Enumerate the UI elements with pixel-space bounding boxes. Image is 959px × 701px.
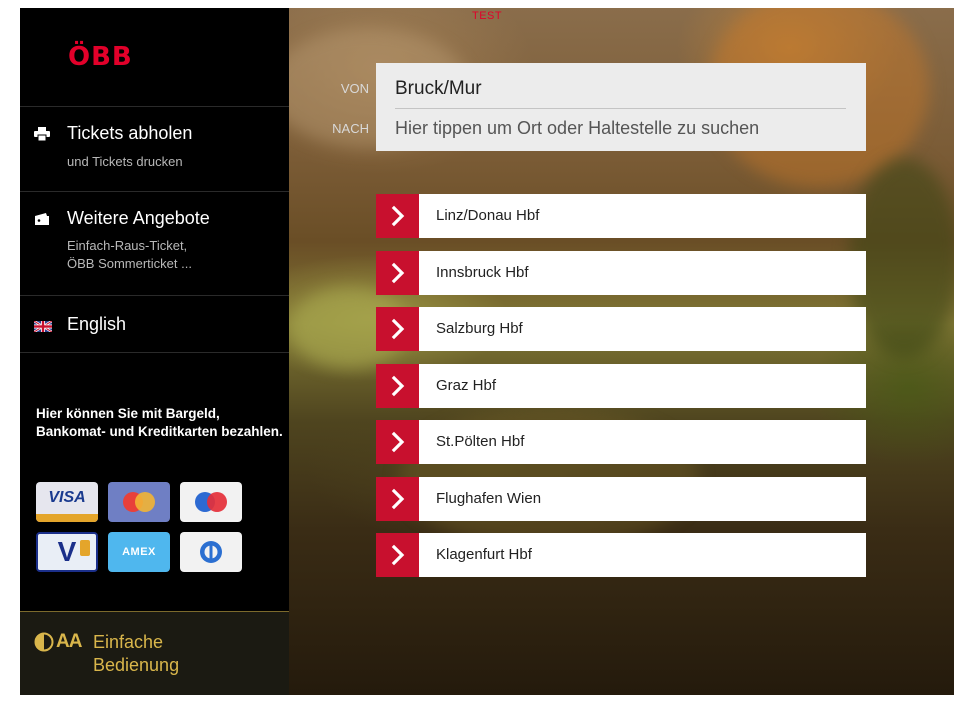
destination-label: Klagenfurt Hbf [436, 546, 532, 563]
test-mode-label: TEST [472, 10, 503, 22]
route-input-box: Bruck/Mur [376, 63, 866, 151]
destination-label: Flughafen Wien [436, 489, 542, 507]
menu-item-weitere-angebote[interactable]: Weitere Angebote Einfach-Raus-Ticket, ÖB… [20, 192, 289, 295]
destination-button[interactable]: Linz/Donau Hbf [376, 194, 866, 238]
menu-item-subtitle: ÖBB Sommerticket ... [67, 256, 192, 271]
mastercard-icon [108, 482, 170, 522]
easy-mode-label: Einfache Bedienung [93, 632, 180, 675]
payment-info-text: Hier können Sie mit Bargeld, Bankomat- u… [36, 406, 283, 439]
to-label: NACH [332, 121, 369, 136]
menu-item-subtitle: und Tickets drucken [67, 154, 183, 169]
main-area: TEST VON NACH Bruck/Mur Linz/Donau Hbf In… [289, 8, 954, 695]
chevron-right-icon [376, 250, 419, 295]
destination-label: Linz/Donau Hbf [436, 207, 540, 224]
divider [20, 352, 289, 353]
chevron-right-icon [376, 533, 419, 577]
destination-button[interactable]: Innsbruck Hbf [376, 250, 866, 295]
easy-mode-button[interactable]: AA Einfache Bedienung [20, 611, 289, 695]
destination-button[interactable]: Flughafen Wien [376, 476, 866, 521]
menu-item-english[interactable]: English [20, 296, 289, 352]
menu-item-tickets-abholen[interactable]: Tickets abholen und Tickets drucken [20, 107, 289, 191]
menu-item-title: Tickets abholen [67, 123, 193, 143]
sidebar: ÖBB Tickets abholen und Tickets drucken [20, 8, 289, 695]
destination-label: Salzburg Hbf [436, 320, 523, 337]
chevron-right-icon [376, 194, 419, 238]
text-size-glyph: AA [56, 631, 82, 652]
chevron-right-icon [376, 363, 419, 408]
diners-club-icon [180, 532, 242, 572]
destination-label: Innsbruck Hbf [436, 263, 529, 281]
menu-item-title: English [67, 314, 127, 334]
ticket-icon [34, 212, 50, 226]
maestro-icon [180, 482, 242, 522]
uk-flag-icon [33, 319, 53, 334]
destination-button[interactable]: St.Pölten Hbf [376, 420, 866, 464]
from-field[interactable]: Bruck/Mur [395, 78, 482, 100]
menu-item-subtitle: Einfach-Raus-Ticket, [67, 238, 188, 253]
destination-button[interactable]: Graz Hbf [376, 363, 866, 408]
field-divider [395, 108, 846, 109]
chevron-right-icon [376, 420, 419, 464]
destination-search-input[interactable] [395, 118, 855, 139]
chevron-right-icon [376, 307, 419, 351]
ticket-machine-screen: ÖBB Tickets abholen und Tickets drucken [20, 8, 954, 695]
vpay-icon: V [36, 532, 98, 572]
menu-item-title: Weitere Angebote [67, 208, 210, 228]
destination-label: St.Pölten Hbf [436, 433, 525, 450]
chevron-right-icon [376, 476, 419, 521]
amex-icon: AMEX [108, 532, 170, 572]
from-label: VON [340, 81, 369, 96]
visa-card-icon: VISA [36, 482, 98, 522]
destination-button[interactable]: Klagenfurt Hbf [376, 533, 866, 577]
contrast-text-size-icon: AA [34, 631, 90, 653]
destination-label: Graz Hbf [436, 376, 497, 394]
destination-button[interactable]: Salzburg Hbf [376, 307, 866, 351]
printer-icon [34, 127, 50, 142]
obb-logo: ÖBB [68, 42, 133, 72]
